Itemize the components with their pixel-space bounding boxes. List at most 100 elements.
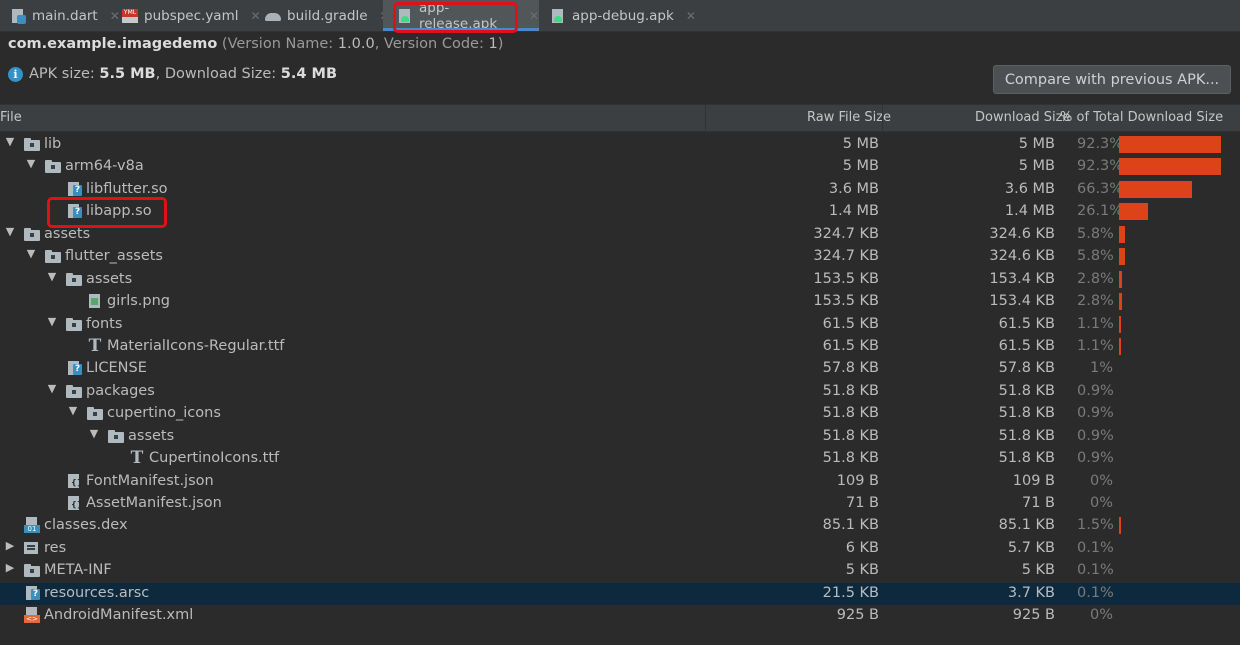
table-row[interactable]: T MaterialIcons-Regular.ttf 61.5 KB 61.5 KB…: [0, 336, 1240, 358]
table-row[interactable]: ▼ assets 153.5 KB 153.4 KB 2.8%: [0, 269, 1240, 291]
table-row[interactable]: ▼ assets 51.8 KB 51.8 KB 0.9%: [0, 426, 1240, 448]
download-size-label: , Download Size:: [155, 66, 281, 82]
row-name-label: res: [44, 539, 67, 556]
expand-arrow-icon[interactable]: ▼: [67, 404, 79, 417]
column-header-file[interactable]: File: [0, 110, 22, 125]
table-row[interactable]: AndroidManifest.xml 925 B 925 B 0%: [0, 605, 1240, 627]
download-size-cell: 85.1 KB: [998, 517, 1055, 534]
download-size-cell: 5 MB: [1018, 158, 1055, 175]
raw-size-cell: 51.8 KB: [822, 405, 879, 422]
table-row[interactable]: classes.dex 85.1 KB 85.1 KB 1.5%: [0, 515, 1240, 537]
tab-build-gradle[interactable]: build.gradle ✕: [265, 0, 390, 31]
expand-arrow-icon[interactable]: ▼: [46, 315, 58, 328]
expand-arrow-icon[interactable]: ▼: [4, 135, 16, 148]
table-row[interactable]: ▼ flutter_assets 324.7 KB 324.6 KB 5.8%: [0, 246, 1240, 268]
table-row[interactable]: ▼ fonts 61.5 KB 61.5 KB 1.1%: [0, 314, 1240, 336]
version-code: 1: [488, 36, 498, 52]
table-row[interactable]: ▶ META-INF 5 KB 5 KB 0.1%: [0, 560, 1240, 582]
size-share-bar: [1119, 225, 1126, 243]
column-header-download-size[interactable]: Download Size: [975, 110, 1070, 125]
expand-arrow-icon[interactable]: ▼: [4, 225, 16, 238]
download-size-cell: 1.4 MB: [1004, 203, 1055, 220]
size-share-bar: [1119, 248, 1126, 266]
tab-label: main.dart: [32, 7, 98, 24]
folder-icon: [24, 227, 40, 241]
table-row[interactable]: girls.png 153.5 KB 153.4 KB 2.8%: [0, 291, 1240, 313]
row-name-label: MaterialIcons-Regular.ttf: [107, 337, 285, 354]
row-name-label: resources.arsc: [44, 584, 150, 601]
column-header-raw-size[interactable]: Raw File Size: [807, 110, 891, 125]
table-row[interactable]: ▼ packages 51.8 KB 51.8 KB 0.9%: [0, 381, 1240, 403]
row-name: assets: [24, 226, 90, 242]
table-row[interactable]: ▼ arm64-v8a 5 MB 5 MB 92.3%: [0, 156, 1240, 178]
tab-label: build.gradle: [287, 7, 368, 24]
close-icon[interactable]: ✕: [686, 9, 696, 23]
highlight-box-tab: [393, 2, 518, 33]
image-file-icon: [87, 293, 103, 309]
table-row[interactable]: ▶ res 6 KB 5.7 KB 0.1%: [0, 538, 1240, 560]
table-row[interactable]: FontManifest.json 109 B 109 B 0%: [0, 471, 1240, 493]
compare-previous-apk-button[interactable]: Compare with previous APK...: [993, 65, 1231, 94]
row-name: res: [24, 540, 66, 556]
table-row[interactable]: AssetManifest.json 71 B 71 B 0%: [0, 493, 1240, 515]
size-share-bar: [1119, 293, 1123, 311]
folder-icon: [45, 249, 61, 264]
column-header-percent[interactable]: % of Total Download Size: [1060, 110, 1223, 125]
info-icon: i: [8, 66, 23, 82]
size-share-bar: [1119, 315, 1121, 333]
table-row[interactable]: libapp.so1.4 MB1.4 MB26.1%: [0, 201, 1240, 223]
download-size-cell: 324.6 KB: [989, 225, 1055, 242]
table-row[interactable]: ▼ cupertino_icons 51.8 KB 51.8 KB 0.9%: [0, 403, 1240, 425]
apk-size-label: APK size:: [29, 66, 100, 82]
size-share-bar: [1119, 270, 1123, 288]
expand-arrow-icon[interactable]: ▼: [88, 427, 100, 440]
expand-arrow-icon[interactable]: ▼: [46, 382, 58, 395]
tab-main-dart[interactable]: main.dart ✕: [10, 0, 120, 31]
raw-size-cell: 5 MB: [842, 136, 879, 152]
close-icon[interactable]: ✕: [529, 9, 539, 23]
raw-size-cell: 153.5 KB: [813, 270, 879, 287]
expand-arrow-icon[interactable]: ▼: [46, 270, 58, 283]
editor-tab-bar: main.dart ✕ pubspec.yaml ✕ build.gradle …: [0, 0, 1240, 32]
percent-cell: 26.1%: [1077, 203, 1124, 220]
close-icon[interactable]: ✕: [250, 9, 260, 23]
tab-label: pubspec.yaml: [144, 7, 239, 24]
percent-cell: 92.3%: [1077, 158, 1124, 175]
collapse-arrow-icon[interactable]: ▶: [4, 539, 16, 552]
raw-size-cell: 5 MB: [842, 158, 879, 175]
folder-icon: [87, 406, 103, 421]
percent-cell: 0.1%: [1077, 539, 1114, 556]
row-name: arm64-v8a: [45, 158, 144, 174]
percent-cell: 1.5%: [1077, 517, 1114, 534]
download-size-cell: 925 B: [1012, 607, 1055, 624]
size-share-bar: [1119, 203, 1148, 221]
raw-size-cell: 57.8 KB: [822, 360, 879, 377]
row-name: AssetManifest.json: [66, 495, 222, 511]
table-row[interactable]: resources.arsc 21.5 KB 3.7 KB 0.1%: [0, 582, 1240, 606]
folder-icon: [66, 317, 82, 331]
size-share-bar: [1119, 180, 1193, 198]
table-row[interactable]: libflutter.so 3.6 MB 3.6 MB 66.3%: [0, 179, 1240, 201]
download-size-cell: 61.5 KB: [998, 315, 1055, 332]
font-file-icon: T: [130, 448, 144, 469]
table-row[interactable]: T CupertinoIcons.ttf 51.8 KB 51.8 KB 0.9%: [0, 448, 1240, 470]
tab-app-debug-apk[interactable]: app-debug.apk ✕: [550, 0, 696, 31]
folder-icon: [66, 384, 82, 398]
expand-arrow-icon[interactable]: ▼: [25, 247, 37, 260]
table-row[interactable]: LICENSE 57.8 KB 57.8 KB 1%: [0, 358, 1240, 380]
table-row[interactable]: ▼ assets 324.7 KB 324.6 KB 5.8%: [0, 224, 1240, 246]
download-size-cell: 51.8 KB: [998, 427, 1055, 444]
row-name: girls.png: [87, 293, 170, 309]
tab-pubspec-yaml[interactable]: pubspec.yaml ✕: [122, 0, 261, 31]
expand-arrow-icon[interactable]: ▼: [25, 157, 37, 170]
row-name-label: flutter_assets: [65, 248, 163, 265]
table-row[interactable]: ▼ lib 5 MB 5 MB 92.3%: [0, 134, 1240, 156]
collapse-arrow-icon[interactable]: ▶: [4, 561, 16, 574]
close-icon[interactable]: ✕: [110, 9, 120, 23]
row-name-label: FontManifest.json: [86, 472, 214, 489]
download-size-cell: 5 KB: [1021, 562, 1055, 579]
font-file-icon: T: [88, 335, 102, 356]
row-name: assets: [66, 271, 132, 287]
xml-file-icon: [24, 607, 40, 624]
row-name: FontManifest.json: [66, 473, 214, 489]
